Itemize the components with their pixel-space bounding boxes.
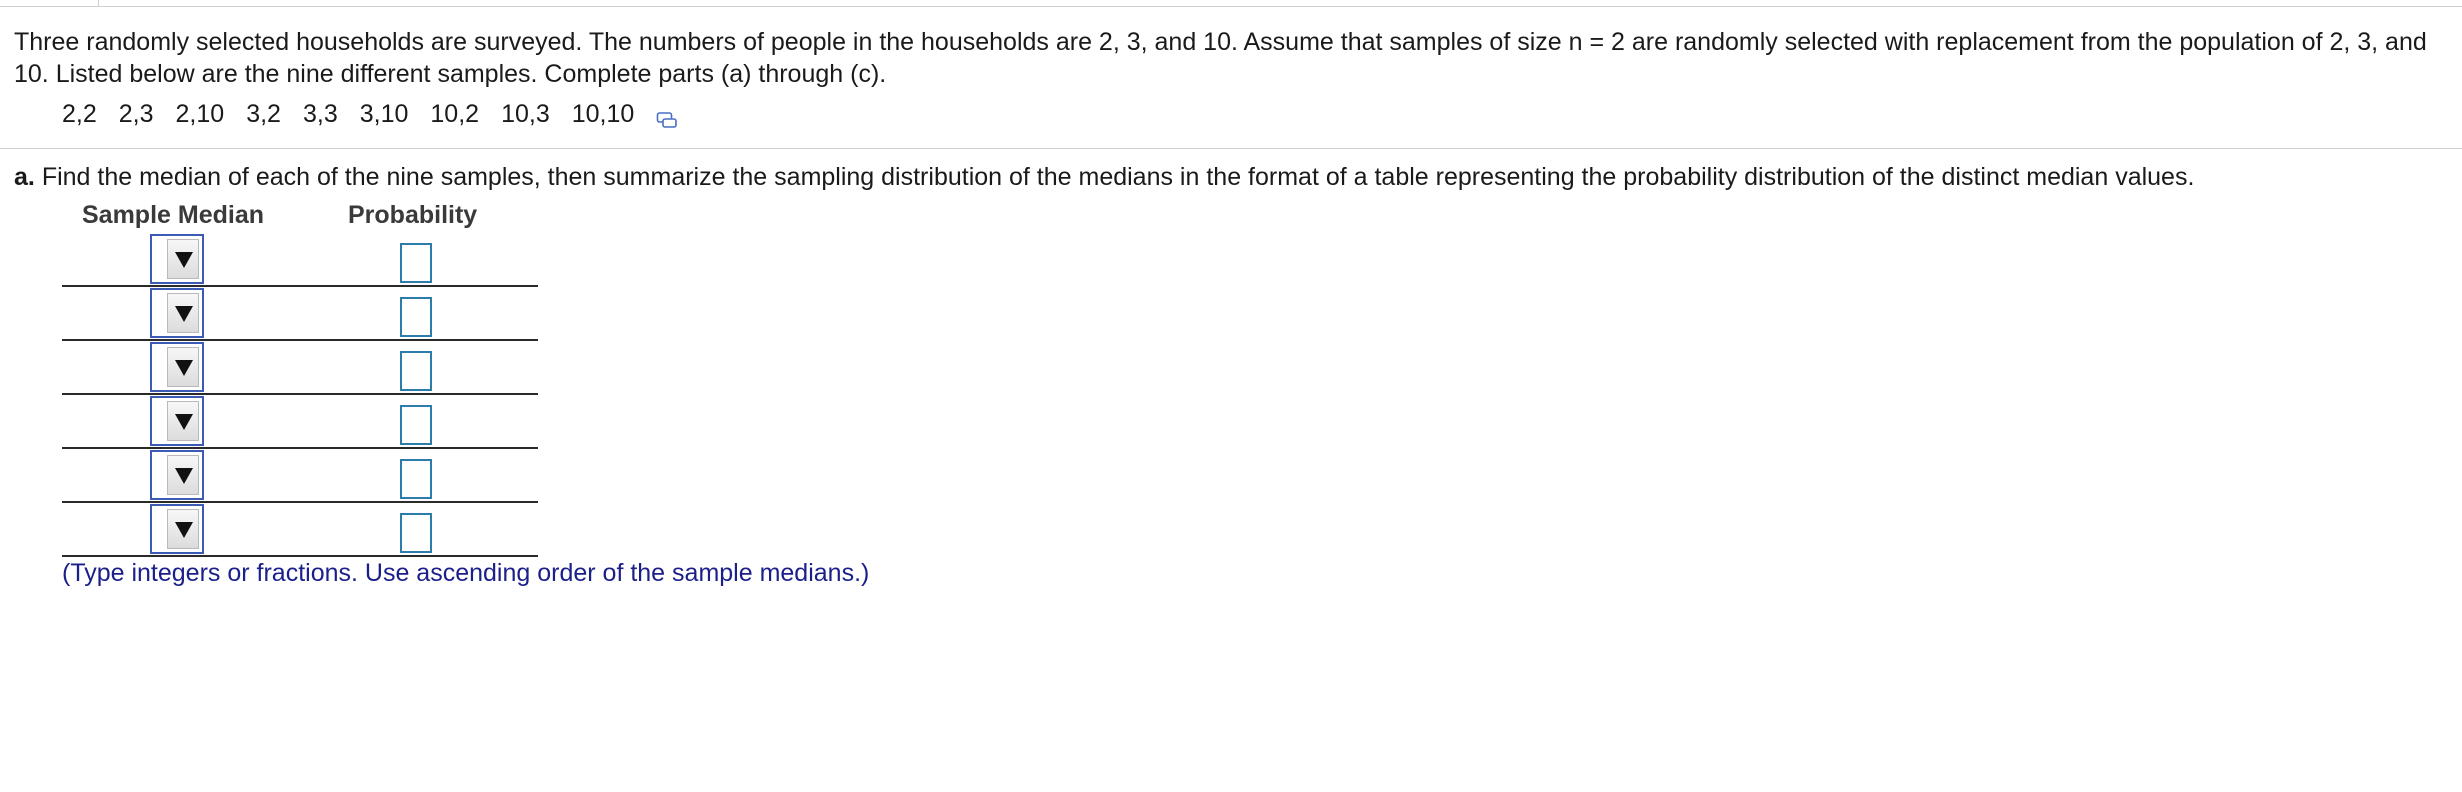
dropdown-button[interactable] xyxy=(167,509,199,549)
table-row xyxy=(62,341,538,395)
table-row xyxy=(62,503,538,557)
header-sample-median: Sample Median xyxy=(82,201,264,229)
header-probability: Probability xyxy=(348,201,478,229)
samples-list: 2,2 2,3 2,10 3,2 3,3 3,10 10,2 10,3 10,1… xyxy=(62,98,678,130)
sample-item: 10,10 xyxy=(571,100,635,128)
table-row xyxy=(62,287,538,341)
sample-median-dropdown[interactable] xyxy=(150,504,204,554)
sample-item: 2,10 xyxy=(175,100,225,128)
chevron-down-icon xyxy=(175,306,193,322)
sample-item: 3,10 xyxy=(359,100,409,128)
chevron-down-icon xyxy=(175,252,193,268)
dropdown-button[interactable] xyxy=(167,347,199,387)
top-divider xyxy=(0,6,2462,7)
sample-median-dropdown[interactable] xyxy=(150,396,204,446)
sample-item: 2,3 xyxy=(118,100,154,128)
copy-to-clipboard-icon[interactable] xyxy=(656,106,678,128)
input-hint: (Type integers or fractions. Use ascendi… xyxy=(62,559,870,587)
sample-median-dropdown[interactable] xyxy=(150,342,204,392)
question-a: a. Find the median of each of the nine s… xyxy=(14,161,2194,193)
sample-median-dropdown[interactable] xyxy=(150,450,204,500)
table-row xyxy=(62,449,538,503)
dropdown-button[interactable] xyxy=(167,239,199,279)
sample-item: 3,2 xyxy=(246,100,281,128)
table-row xyxy=(62,233,538,287)
problem-statement: Three randomly selected households are s… xyxy=(14,28,2427,88)
dropdown-button[interactable] xyxy=(167,401,199,441)
question-label: a. xyxy=(14,163,35,191)
chevron-down-icon xyxy=(175,468,193,484)
sample-item: 10,3 xyxy=(501,100,550,128)
dropdown-button[interactable] xyxy=(167,293,199,333)
chevron-down-icon xyxy=(175,414,193,430)
section-divider xyxy=(0,148,2462,149)
chevron-down-icon xyxy=(175,360,193,376)
sample-median-dropdown[interactable] xyxy=(150,288,204,338)
dropdown-button[interactable] xyxy=(167,455,199,495)
probability-input[interactable] xyxy=(400,297,432,337)
probability-input[interactable] xyxy=(400,459,432,499)
probability-input[interactable] xyxy=(400,351,432,391)
probability-input[interactable] xyxy=(400,243,432,283)
table-row xyxy=(62,395,538,449)
chevron-down-icon xyxy=(175,522,193,538)
top-divider-tick xyxy=(98,0,99,6)
sample-item: 3,3 xyxy=(302,100,338,128)
sample-median-dropdown[interactable] xyxy=(150,234,204,284)
question-text: Find the median of each of the nine samp… xyxy=(41,163,2195,191)
probability-input[interactable] xyxy=(400,513,432,553)
sample-item: 2,2 xyxy=(62,100,97,128)
sample-item: 10,2 xyxy=(430,100,480,128)
probability-input[interactable] xyxy=(400,405,432,445)
